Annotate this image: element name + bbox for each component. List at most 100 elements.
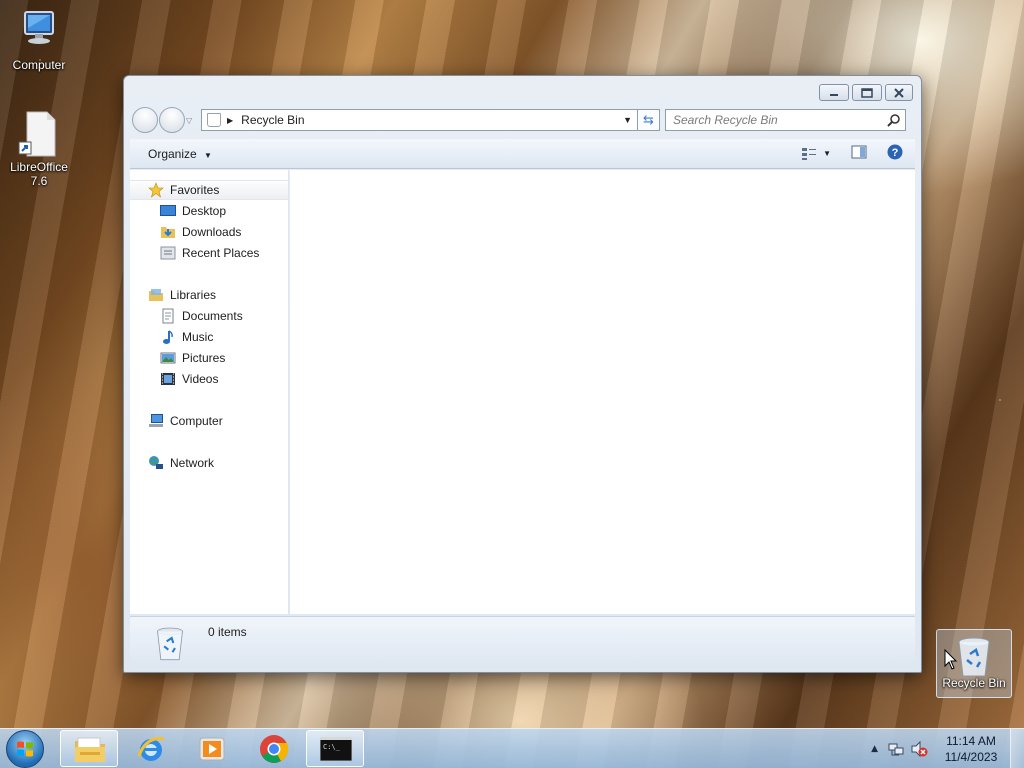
chevron-down-icon: ▼ (823, 149, 831, 158)
downloads-folder-icon (160, 224, 176, 240)
help-icon: ? (887, 144, 903, 160)
nav-item-label: Desktop (182, 204, 227, 218)
help-button[interactable]: ? (887, 144, 903, 163)
nav-libraries[interactable]: Libraries (130, 285, 288, 305)
pictures-icon (160, 350, 176, 366)
organize-button[interactable]: Organize ▼ (148, 147, 212, 161)
system-tray: ▲ 11:14 AM 11/4/2023 (871, 729, 1024, 768)
taskbar-command-prompt[interactable]: C:\_ (306, 730, 364, 767)
desktop-icon-label: LibreOffice 7.6 (10, 160, 68, 188)
start-button[interactable] (6, 730, 44, 768)
libraries-icon (148, 287, 164, 303)
chevron-down-icon: ▼ (204, 150, 212, 160)
breadcrumb-location[interactable]: Recycle Bin (241, 113, 623, 127)
internet-explorer-icon (137, 737, 165, 761)
chrome-icon (260, 735, 289, 763)
recycle-bin-small-icon (207, 113, 221, 127)
nav-item-label: Documents (182, 309, 243, 323)
music-icon (160, 329, 176, 345)
nav-item-label: Pictures (182, 351, 226, 365)
address-dropdown-icon[interactable]: ▼ (623, 115, 632, 125)
restore-button[interactable] (852, 84, 882, 101)
nav-item-label: Recent Places (182, 246, 260, 260)
restore-icon (861, 87, 873, 98)
refresh-icon: ⇆ (643, 112, 654, 128)
nav-item-downloads[interactable]: Downloads (130, 222, 288, 242)
volume-muted-icon[interactable] (910, 741, 928, 757)
network-status-icon[interactable] (888, 741, 904, 757)
taskbar-windows-explorer[interactable] (60, 730, 118, 767)
details-pane: 0 items (130, 616, 915, 668)
nav-item-desktop[interactable]: Desktop (130, 201, 288, 221)
libreoffice-shortcut-icon (15, 110, 63, 158)
nav-item-label: Videos (182, 372, 219, 386)
nav-item-documents[interactable]: Documents (130, 306, 288, 326)
recent-pages-dropdown[interactable]: ▽ (186, 116, 196, 125)
minimize-button[interactable] (819, 84, 849, 101)
taskbar: C:\_ ▲ 11:14 AM 11/4/2023 (0, 728, 1024, 768)
refresh-button[interactable]: ⇆ (638, 109, 660, 131)
nav-item-music[interactable]: Music (130, 327, 288, 347)
svg-text:?: ? (892, 147, 899, 159)
navigation-pane: Favorites Desktop Downloads Recent Place… (130, 170, 289, 614)
breadcrumb-separator-icon[interactable]: ▶ (227, 116, 233, 125)
taskbar-internet-explorer[interactable] (122, 730, 180, 767)
clock[interactable]: 11:14 AM 11/4/2023 (932, 733, 1010, 765)
address-row: ▽ ▶ Recycle Bin ▼ ⇆ Search Recycle Bin (132, 107, 913, 133)
change-view-button[interactable]: ▼ (801, 147, 831, 161)
window-caption-buttons (819, 84, 913, 101)
show-desktop-button[interactable] (1010, 729, 1024, 768)
organize-label: Organize (148, 146, 197, 161)
media-player-icon (199, 737, 225, 761)
taskbar-media-player[interactable] (183, 730, 241, 767)
windows-explorer-icon (75, 737, 105, 762)
documents-icon (160, 308, 176, 324)
computer-icon (15, 8, 63, 56)
clock-time: 11:14 AM (946, 734, 996, 748)
search-icon (887, 114, 900, 127)
minimize-icon (830, 93, 838, 96)
nav-favorites-label: Favorites (170, 183, 220, 197)
desktop-icon-computer[interactable]: Computer (1, 8, 77, 72)
back-button[interactable] (132, 107, 158, 133)
nav-item-label: Downloads (182, 225, 242, 239)
item-count: 0 items (208, 625, 247, 639)
star-icon (148, 182, 164, 198)
show-hidden-icons-button[interactable]: ▲ (871, 744, 878, 754)
nav-item-videos[interactable]: Videos (130, 369, 288, 389)
recent-places-icon (160, 245, 176, 261)
nav-computer-label: Computer (170, 414, 223, 428)
videos-icon (160, 371, 176, 387)
file-list-area[interactable] (290, 170, 915, 614)
nav-item-label: Music (182, 330, 214, 344)
recycle-bin-large-icon (157, 627, 183, 661)
desktop-icon-libreoffice[interactable]: LibreOffice 7.6 (1, 110, 77, 188)
clock-date: 11/4/2023 (944, 750, 998, 764)
address-bar[interactable]: ▶ Recycle Bin ▼ (201, 109, 638, 131)
windows-logo-icon (17, 741, 33, 757)
desktop-icon-label: Computer (12, 58, 66, 72)
nav-computer[interactable]: Computer (130, 411, 288, 431)
forward-button[interactable] (159, 107, 185, 133)
nav-favorites[interactable]: Favorites (130, 180, 288, 200)
taskbar-chrome[interactable] (245, 730, 303, 767)
close-icon (894, 87, 904, 98)
preview-pane-icon (851, 145, 867, 159)
nav-network[interactable]: Network (130, 453, 288, 473)
search-input[interactable]: Search Recycle Bin (665, 109, 906, 131)
search-placeholder: Search Recycle Bin (673, 113, 778, 127)
nav-item-recent-places[interactable]: Recent Places (130, 243, 288, 263)
nav-item-pictures[interactable]: Pictures (130, 348, 288, 368)
command-prompt-icon: C:\_ (320, 737, 352, 761)
preview-pane-button[interactable] (851, 145, 867, 162)
close-button[interactable] (885, 84, 913, 101)
view-options-icon (802, 147, 817, 160)
command-bar: Organize ▼ ▼ ? (130, 139, 915, 169)
svg-text:C:\_: C:\_ (323, 743, 341, 751)
nav-network-label: Network (170, 456, 215, 470)
mouse-cursor (944, 649, 958, 670)
nav-libraries-label: Libraries (170, 288, 217, 302)
desktop-folder-icon (160, 203, 176, 219)
network-icon (148, 455, 164, 471)
explorer-window: ▽ ▶ Recycle Bin ▼ ⇆ Search Recycle Bin O… (123, 75, 922, 673)
